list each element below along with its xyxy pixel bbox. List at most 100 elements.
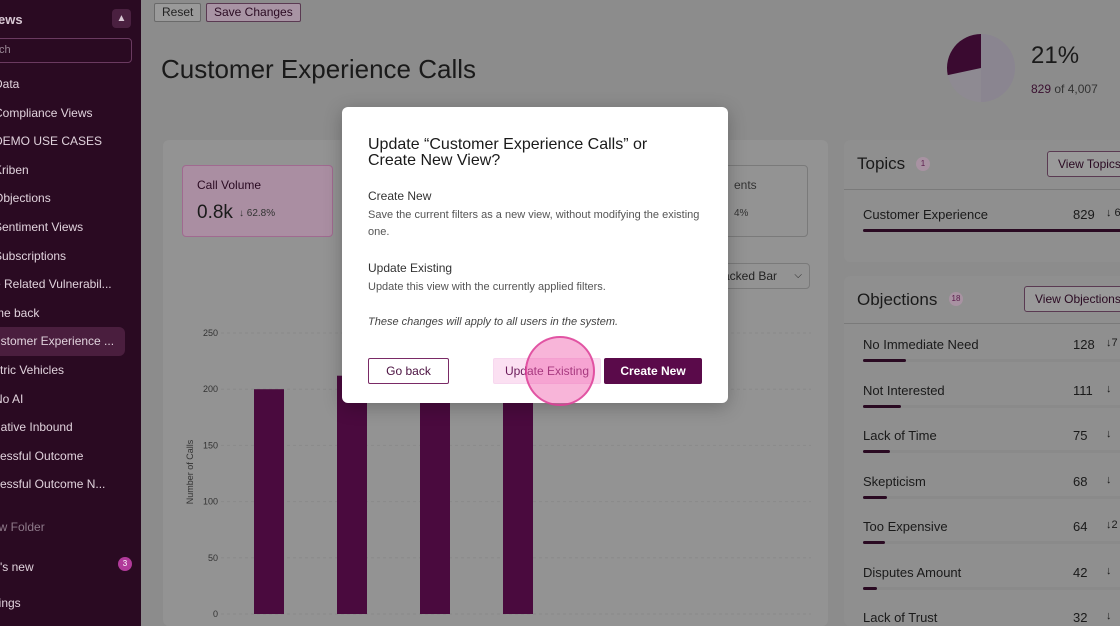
objections-row[interactable]: Too Expensive 64 ↓2 (863, 519, 1120, 534)
create-new-heading: Create New (368, 189, 432, 203)
objections-row-trend: ↓7 (1106, 337, 1118, 349)
topics-panel: Topics 1 View Topics Customer Experience… (844, 140, 1120, 262)
objections-row-bar (863, 541, 1120, 544)
objections-row-bar (863, 586, 1120, 590)
sidebar-item[interactable]: Kriben (0, 156, 122, 185)
dialog-title: Update “Customer Experience Calls” or Cr… (368, 136, 648, 169)
sidebar-item[interactable]: Subscriptions (0, 242, 122, 271)
sidebar-search-input[interactable]: ch (0, 38, 132, 63)
objections-row-bar (863, 450, 1120, 453)
call-volume-card[interactable]: Call Volume 0.8k ↓ 62.8% (182, 165, 333, 237)
sidebar-item[interactable]: DEMO USE CASES (0, 127, 122, 156)
new-folder-button[interactable]: ew Folder (0, 520, 45, 534)
objections-row-value: 111 (1073, 382, 1093, 398)
dialog-warning-note: These changes will apply to all users in… (368, 316, 619, 328)
objections-row-bar (863, 359, 1120, 362)
objections-row-trend: ↓ (1106, 564, 1112, 577)
chart-bar[interactable] (503, 377, 533, 614)
sidebar-item[interactable]: cessful Outcome (0, 442, 122, 471)
topics-row-bar-fill (863, 229, 1120, 232)
objections-divider (844, 323, 1120, 324)
objections-panel: Objections 18 View Objections No Immedia… (844, 276, 1120, 626)
objections-row-value: 42 (1073, 564, 1088, 580)
sidebar-item[interactable]: Sentiment Views (0, 213, 122, 242)
percent-pie-icon (947, 34, 1015, 102)
objections-row[interactable]: Lack of Time 75 ↓ (863, 428, 1120, 443)
objections-row-bar-fill (863, 359, 907, 362)
click-indicator (525, 336, 595, 406)
call-volume-value: 0.8k (197, 202, 233, 223)
sidebar-item[interactable]: e Related Vulnerabil... (0, 270, 122, 299)
sidebar-item[interactable]: cessful Outcome N... (0, 470, 122, 499)
chevron-up-icon[interactable]: ▲ (112, 9, 131, 28)
topics-count-badge: 1 (916, 157, 930, 171)
objections-row-trend: ↓ (1106, 610, 1112, 622)
topics-row-label: Customer Experience (863, 207, 988, 222)
whats-new-badge: 3 (118, 557, 132, 571)
whats-new-link[interactable]: at's new (0, 560, 34, 574)
topics-row-bar (863, 229, 1120, 232)
objections-row[interactable]: No Immediate Need 128 ↓7 (863, 337, 1120, 352)
sidebar-item[interactable]: me back (0, 299, 122, 328)
total-count: of 4,007 (1051, 82, 1098, 96)
settings-link[interactable]: ttings (0, 596, 21, 610)
topics-row-value: 829 (1073, 207, 1095, 222)
topics-title: Topics (857, 154, 906, 173)
objections-row-bar-fill (863, 541, 885, 544)
objections-row-label: Lack of Trust (863, 610, 938, 625)
sidebar-item[interactable]: Data (0, 70, 122, 99)
objections-count-badge: 18 (949, 292, 963, 306)
view-topics-button[interactable]: View Topics (1047, 151, 1120, 177)
objections-row-bar (863, 404, 1120, 408)
sidebar-item[interactable]: ustomer Experience ... (0, 327, 125, 356)
chart-type-value: acked Bar (723, 269, 778, 283)
chart-bar[interactable] (420, 383, 450, 614)
objections-row-bar-fill (863, 586, 877, 590)
chart-bar[interactable] (254, 389, 284, 614)
save-changes-button[interactable]: Save Changes (206, 3, 301, 22)
y-tick-label: 0 (213, 609, 218, 619)
y-tick-label: 200 (203, 384, 218, 394)
go-back-button[interactable]: Go back (368, 358, 449, 384)
sidebar-item[interactable]: Compliance Views (0, 99, 122, 128)
objections-row[interactable]: Not Interested 111 ↓ (863, 383, 1120, 398)
sidebar-view-list: DataCompliance ViewsDEMO USE CASESKriben… (0, 70, 141, 499)
create-new-button[interactable]: Create New (604, 358, 702, 384)
sidebar-item[interactable]: Objections (0, 184, 122, 213)
update-existing-description: Update this view with the currently appl… (368, 281, 606, 293)
objections-row-bar (863, 495, 1120, 499)
objections-row[interactable]: Skepticism 68 ↓ (863, 474, 1120, 489)
page-title: Customer Experience Calls (161, 54, 477, 84)
topics-row[interactable]: Customer Experience 829 ↓ 6 (863, 207, 1120, 222)
chart-type-select[interactable]: acked Bar ⌵ (716, 263, 810, 289)
matched-count: 829 (1031, 82, 1052, 96)
percent-value: 21% (1031, 42, 1080, 69)
sidebar-item[interactable]: No AI (0, 385, 122, 414)
y-tick-label: 150 (203, 440, 218, 450)
objections-row-trend: ↓2 (1106, 519, 1118, 531)
sidebar-item[interactable]: gative Inbound (0, 413, 122, 442)
objections-row-value: 64 (1073, 519, 1088, 534)
reset-button[interactable]: Reset (154, 3, 202, 22)
objections-row[interactable]: Disputes Amount 42 ↓ (863, 565, 1120, 580)
objections-row-trend: ↓ (1106, 382, 1112, 395)
objections-row-trend: ↓ (1106, 428, 1112, 440)
y-tick-label: 100 (203, 497, 218, 507)
call-volume-label: Call Volume (197, 178, 262, 192)
objections-row-label: Lack of Time (863, 428, 937, 443)
chart-bar[interactable] (337, 375, 367, 614)
objections-row-label: Disputes Amount (863, 564, 962, 580)
y-tick-label: 50 (208, 553, 218, 563)
topics-divider (844, 189, 1120, 190)
objections-row-value: 68 (1073, 473, 1088, 489)
objections-row-label: No Immediate Need (863, 337, 979, 352)
objections-row[interactable]: Lack of Trust 32 ↓ (863, 610, 1120, 625)
view-objections-button[interactable]: View Objections (1024, 286, 1120, 312)
percent-subtext: 829 of 4,007 (1031, 82, 1098, 96)
update-existing-heading: Update Existing (368, 261, 453, 275)
sidebar-item[interactable]: ctric Vehicles (0, 356, 122, 385)
objections-row-label: Skepticism (863, 473, 926, 489)
objections-row-trend: ↓ (1106, 473, 1112, 486)
sidebar-title: ews (0, 12, 23, 27)
create-new-description: Save the current filters as a new view, … (368, 209, 700, 238)
